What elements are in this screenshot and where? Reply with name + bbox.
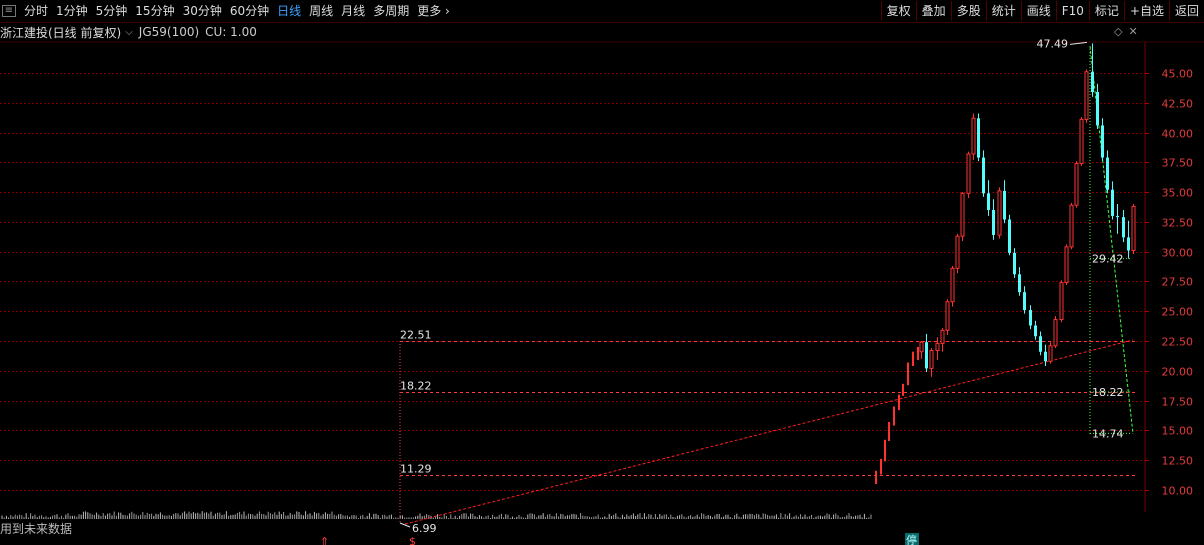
candle-body bbox=[1106, 157, 1109, 190]
candle-body bbox=[1091, 71, 1094, 93]
candle-body bbox=[971, 117, 976, 155]
candle-body bbox=[1084, 71, 1089, 120]
candle-body bbox=[1044, 351, 1047, 362]
candle-body bbox=[902, 383, 904, 396]
candle-body bbox=[1039, 336, 1042, 352]
y-tick-label: 22.50 bbox=[1162, 336, 1194, 349]
trend-line bbox=[404, 339, 1134, 525]
candle-body bbox=[1003, 190, 1006, 220]
candle-body bbox=[1013, 252, 1016, 275]
candle-body bbox=[1008, 219, 1011, 253]
candle-body bbox=[1053, 319, 1058, 347]
y-tick-label: 25.00 bbox=[1162, 306, 1194, 319]
fall-level-label: 29.42 bbox=[1092, 253, 1124, 266]
candle-body bbox=[935, 342, 940, 352]
candle-body bbox=[875, 470, 877, 484]
y-axis: 45.00 42.50 40.00 37.50 35.00 32.50 30.00 27.50… bbox=[0, 41, 1204, 512]
candle-body bbox=[1096, 92, 1099, 126]
limit-marker-label: 停 bbox=[906, 533, 917, 545]
low-price-label: 6.99 bbox=[412, 522, 437, 535]
y-tick-label: 30.00 bbox=[1162, 247, 1194, 260]
y-tick-label: 32.50 bbox=[1162, 217, 1194, 230]
y-tick-label: 42.50 bbox=[1162, 98, 1194, 111]
candle-body bbox=[960, 192, 965, 237]
candle-body bbox=[987, 193, 990, 210]
candle-body bbox=[880, 458, 882, 475]
high-price-label: 47.49 bbox=[1037, 37, 1069, 50]
candle-body bbox=[940, 329, 945, 344]
candle-body bbox=[997, 190, 1002, 236]
candle-body bbox=[1064, 246, 1069, 284]
candle-body bbox=[888, 421, 890, 442]
fib-level-label: 22.51 bbox=[400, 329, 432, 342]
y-tick-label: 37.50 bbox=[1162, 157, 1194, 170]
candle-body bbox=[917, 346, 919, 361]
price-chart[interactable]: 45.00 42.50 40.00 37.50 35.00 32.50 30.00 27.50… bbox=[0, 0, 1204, 545]
candle-body bbox=[898, 394, 900, 411]
y-tick-label: 12.50 bbox=[1162, 455, 1194, 468]
candle-body bbox=[1131, 205, 1136, 251]
fall-level-label: 18.22 bbox=[1092, 386, 1124, 399]
candle-body bbox=[907, 362, 909, 386]
candle-body bbox=[955, 235, 960, 269]
candle-body bbox=[950, 267, 955, 303]
candle-body bbox=[1048, 345, 1053, 362]
candle-body bbox=[992, 209, 995, 235]
candle-body bbox=[1116, 215, 1119, 218]
y-tick-label: 35.00 bbox=[1162, 187, 1194, 200]
signal-marker-icon: $ bbox=[409, 535, 416, 545]
candle-body bbox=[925, 342, 928, 369]
candle-body bbox=[1059, 282, 1064, 321]
high-price-arrow bbox=[1069, 41, 1088, 45]
drawing-lines bbox=[399, 45, 1135, 525]
volume-band bbox=[1, 511, 872, 519]
candle-body bbox=[1079, 118, 1084, 165]
candle-body bbox=[919, 341, 924, 353]
y-tick-label: 10.00 bbox=[1162, 485, 1194, 498]
candle-body bbox=[1122, 217, 1125, 238]
y-tick-label: 40.00 bbox=[1162, 128, 1194, 141]
candle-body bbox=[1101, 125, 1104, 158]
annotation-labels: 22.51 18.22 11.29 47.49 6.99 29.42 18.22 14.74 ⇑… bbox=[320, 37, 1124, 545]
y-tick-label: 45.00 bbox=[1162, 68, 1194, 81]
candle-body bbox=[1111, 189, 1114, 216]
y-tick-label: 17.50 bbox=[1162, 396, 1194, 409]
candle-body bbox=[1069, 204, 1074, 248]
candle-body bbox=[1029, 310, 1032, 326]
candle-body bbox=[1034, 325, 1037, 337]
y-tick-label: 15.00 bbox=[1162, 425, 1194, 438]
fall-level-label: 14.74 bbox=[1092, 427, 1124, 440]
buy-arrow-icon: ⇑ bbox=[320, 535, 329, 545]
candle-body bbox=[945, 301, 950, 331]
candle-body bbox=[884, 439, 886, 462]
candle-body bbox=[1023, 292, 1026, 311]
candle-body bbox=[1127, 237, 1130, 251]
y-tick-label: 20.00 bbox=[1162, 366, 1194, 379]
future-data-note: 用到未来数据 bbox=[0, 522, 73, 536]
candle-body bbox=[1074, 163, 1079, 206]
candle-body bbox=[977, 118, 980, 158]
candle-body bbox=[893, 406, 895, 426]
candle-body bbox=[929, 350, 934, 369]
candle-body bbox=[912, 351, 914, 367]
candle-body bbox=[1018, 274, 1021, 293]
y-tick-label: 27.50 bbox=[1162, 276, 1194, 289]
fib-level-label: 11.29 bbox=[400, 463, 432, 476]
candle-body bbox=[966, 153, 971, 194]
candle-body bbox=[982, 157, 985, 194]
fib-level-label: 18.22 bbox=[400, 380, 432, 393]
